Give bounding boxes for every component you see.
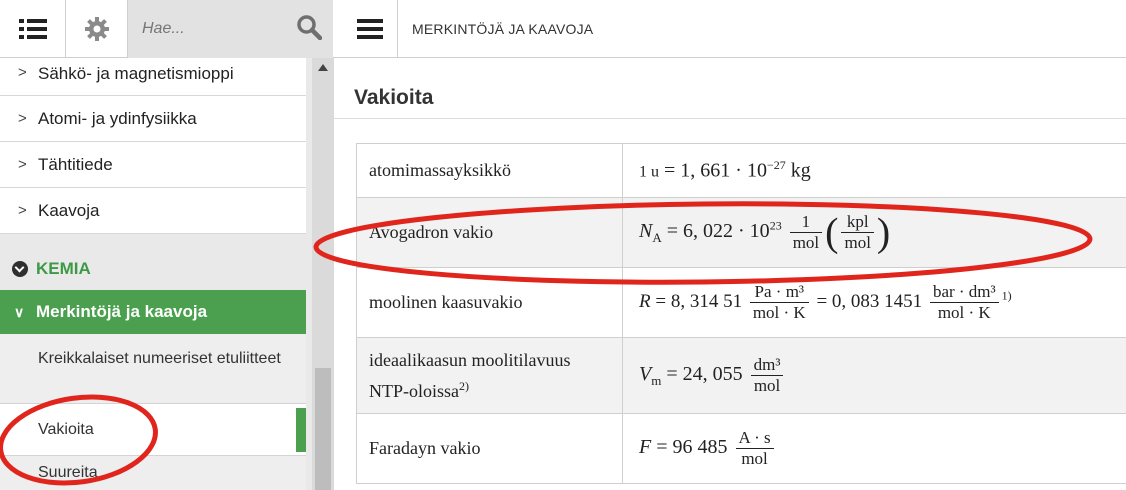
main-content: Vakioita atomimassayksikkö 1 u = 1, 661 …: [334, 58, 1126, 490]
constant-name: Faradayn vakio: [356, 413, 623, 484]
search-box: [128, 0, 333, 58]
settings-button[interactable]: [66, 0, 128, 58]
sidebar-item-atomic-physics[interactable]: > Atomi- ja ydinfysiikka: [0, 96, 306, 142]
section-spacer: [0, 234, 306, 248]
sidebar-item-label: Sähkö- ja magnetismioppi: [38, 64, 234, 83]
fraction: bar · dm³ mol · K: [929, 282, 999, 323]
sidebar: > Sähkö- ja magnetismioppi > Atomi- ja y…: [0, 58, 334, 490]
sidebar-item-notations-formulas[interactable]: ∨ Merkintöjä ja kaavoja: [0, 290, 306, 334]
table-row: Faradayn vakio F = 96 485 A · s mol: [356, 413, 1126, 484]
subitem-label: Kreikkalaiset numeeriset etuliitteet: [38, 350, 281, 367]
search-icon[interactable]: [296, 14, 322, 40]
search-input[interactable]: [142, 18, 292, 40]
page-menu-button[interactable]: [342, 0, 398, 58]
sidebar-list: > Sähkö- ja magnetismioppi > Atomi- ja y…: [0, 58, 306, 490]
breadcrumb: MERKINTÖJÄ JA KAAVOJA: [412, 21, 594, 37]
sidebar-item-electromagnetism[interactable]: > Sähkö- ja magnetismioppi: [0, 58, 306, 96]
subitem-constants[interactable]: Vakioita: [0, 404, 306, 456]
constant-formula: Vm = 24, 055 dm³ mol: [622, 337, 1126, 414]
chevron-down-icon: ∨: [14, 303, 25, 320]
scroll-up-arrow-icon[interactable]: [318, 64, 328, 71]
table-row: atomimassayksikkö 1 u = 1, 661 · 10−27 k…: [356, 143, 1126, 198]
fraction: Pa · m³ mol · K: [749, 282, 809, 323]
constant-formula: F = 96 485 A · s mol: [622, 413, 1126, 484]
fraction: dm³ mol: [750, 355, 784, 396]
sidebar-item-formulas[interactable]: > Kaavoja: [0, 188, 306, 234]
sidebar-scrollbar[interactable]: [312, 58, 334, 490]
list-menu-button[interactable]: [0, 0, 66, 58]
hamburger-menu-icon: [356, 19, 383, 39]
fraction: 1 mol: [789, 212, 823, 253]
list-menu-icon: [18, 19, 47, 39]
divider: [334, 118, 1126, 119]
sidebar-item-astronomy[interactable]: > Tähtitiede: [0, 142, 306, 188]
constant-formula: 1 u = 1, 661 · 10−27 kg: [622, 143, 1126, 198]
subitem-label: Suureita: [38, 464, 98, 481]
section-title: KEMIA: [36, 259, 91, 278]
gear-icon: [84, 17, 109, 41]
sidebar-item-label: Merkintöjä ja kaavoja: [36, 302, 208, 321]
sidebar-item-label: Kaavoja: [38, 200, 100, 220]
chevron-right-icon: >: [18, 64, 27, 81]
fraction: A · s mol: [735, 428, 774, 469]
chevron-right-icon: >: [18, 202, 27, 219]
scrollbar-thumb[interactable]: [315, 368, 331, 490]
table-row: moolinen kaasuvakio R = 8, 314 51 Pa · m…: [356, 267, 1126, 338]
chevron-right-icon: >: [18, 110, 27, 127]
fraction: kpl mol: [841, 212, 874, 253]
page-title: Vakioita: [354, 86, 434, 109]
constant-name: Avogadron vakio: [356, 197, 623, 268]
active-indicator: [296, 408, 306, 452]
constant-name: atomimassayksikkö: [356, 143, 623, 198]
table-row: Avogadron vakio NA = 6, 022 · 1023 1 mol(…: [356, 197, 1126, 268]
subitem-label: Vakioita: [38, 420, 94, 438]
top-bar: MERKINTÖJÄ JA KAAVOJA: [0, 0, 1126, 58]
subitem-quantities[interactable]: Suureita: [0, 456, 306, 490]
subitem-greek-prefixes[interactable]: Kreikkalaiset numeeriset etuliitteet: [0, 334, 306, 404]
constant-formula: NA = 6, 022 · 1023 1 mol(kpl mol): [622, 197, 1126, 268]
constant-name: ideaalikaasun moolitilavuus NTP-oloissa2…: [356, 337, 623, 414]
constants-table: atomimassayksikkö 1 u = 1, 661 · 10−27 k…: [356, 143, 1126, 484]
constant-name: moolinen kaasuvakio: [356, 267, 623, 338]
sidebar-item-label: Atomi- ja ydinfysiikka: [38, 108, 197, 128]
chevron-right-icon: >: [18, 156, 27, 173]
section-header-chemistry[interactable]: KEMIA: [0, 248, 306, 290]
chevron-circle-down-icon: [12, 261, 28, 277]
constant-formula: R = 8, 314 51 Pa · m³ mol · K = 0, 083 14…: [622, 267, 1126, 338]
sidebar-item-label: Tähtitiede: [38, 154, 113, 174]
table-row: ideaalikaasun moolitilavuus NTP-oloissa2…: [356, 337, 1126, 414]
